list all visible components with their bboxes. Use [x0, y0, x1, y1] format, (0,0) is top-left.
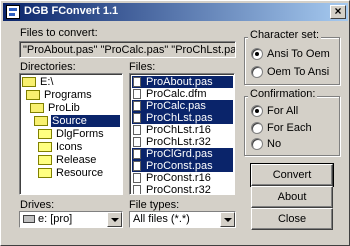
document-icon	[133, 77, 141, 87]
file-item[interactable]: ProConst.pas	[132, 160, 233, 172]
directories-list[interactable]: E:\ Programs ProLib Source DlgForms Icon…	[19, 73, 123, 195]
radio-label: Ansi To Oem	[267, 48, 330, 60]
document-icon	[133, 137, 141, 147]
file-item[interactable]: ProConst.r16	[132, 172, 233, 184]
window-title: DGB FConvert 1.1	[24, 5, 119, 17]
convert-button[interactable]: Convert	[250, 163, 334, 187]
file-item[interactable]: ProCalc.dfm	[132, 88, 233, 100]
file-item[interactable]: ProClGrd.pas	[132, 148, 233, 160]
radio-button[interactable]	[251, 105, 263, 117]
document-icon	[133, 161, 141, 171]
close-window-button[interactable]: ×	[330, 5, 346, 19]
radio-label: For All	[267, 105, 299, 117]
file-name: ProChLst.pas	[146, 112, 213, 124]
radio-button[interactable]	[251, 66, 263, 78]
document-icon	[133, 149, 141, 159]
document-icon	[133, 89, 141, 99]
file-name: ProCalc.dfm	[146, 88, 207, 100]
radio-button[interactable]	[251, 138, 263, 150]
fconvert-window: DGB FConvert 1.1 × Files to convert: "Pr…	[0, 0, 350, 246]
document-icon	[133, 173, 141, 183]
dir-item-programs[interactable]: Programs	[22, 89, 112, 101]
file-item[interactable]: ProChLst.r32	[132, 136, 233, 148]
drive-icon	[23, 215, 35, 223]
dir-item-label: ProLib	[48, 102, 80, 114]
file-name: ProConst.r32	[146, 184, 211, 195]
file-name: ProChLst.r32	[146, 136, 211, 148]
files-list[interactable]: ProAbout.pas ProCalc.dfm ProCalc.pas Pro…	[129, 73, 235, 195]
file-types-label: File types:	[129, 199, 180, 211]
radio-button[interactable]	[251, 48, 263, 60]
title-bar[interactable]: DGB FConvert 1.1 ×	[3, 3, 348, 21]
file-item[interactable]: ProAbout.pas	[132, 76, 233, 88]
dir-item-root[interactable]: E:\	[22, 76, 112, 88]
files-to-convert-field[interactable]: "ProAbout.pas" "ProCalc.pas" "ProChLst.p…	[19, 41, 236, 58]
app-icon	[6, 5, 20, 19]
about-button[interactable]: About	[251, 186, 333, 208]
dir-item-label: Source	[51, 115, 120, 127]
confirmation-title: Confirmation:	[248, 88, 318, 100]
dir-item-label: Release	[56, 154, 97, 166]
radio-label: For Each	[267, 122, 312, 134]
file-types-select[interactable]: All files (*.*)	[129, 211, 236, 228]
document-icon	[133, 125, 141, 135]
file-name: ProChLst.r16	[146, 124, 211, 136]
folder-icon	[38, 129, 52, 139]
dir-item-label: Icons	[56, 141, 83, 153]
dir-item-label: DlgForms	[56, 128, 104, 140]
radio-button[interactable]	[251, 122, 263, 134]
dir-item-dlgforms[interactable]: DlgForms	[22, 128, 112, 140]
document-icon	[133, 185, 141, 194]
confirmation-group: Confirmation: For All For Each No	[244, 88, 340, 156]
drives-value: e: [pro]	[38, 213, 73, 225]
radio-label: No	[267, 138, 282, 150]
open-folder-icon	[34, 116, 48, 126]
file-name: ProConst.r16	[146, 172, 211, 184]
file-types-value: All files (*.*)	[133, 213, 190, 225]
chevron-down-icon[interactable]	[107, 212, 122, 227]
dir-item-source[interactable]: Source	[22, 115, 120, 127]
chevron-down-icon[interactable]	[220, 212, 235, 227]
drives-select[interactable]: e: [pro]	[19, 211, 123, 228]
dir-item-resource[interactable]: Resource	[22, 167, 112, 179]
document-icon	[133, 113, 141, 123]
dir-item-icons[interactable]: Icons	[22, 141, 112, 153]
files-to-convert-label: Files to convert:	[20, 27, 98, 39]
file-name: ProAbout.pas	[146, 76, 213, 88]
file-item[interactable]: ProCalc.pas	[132, 100, 233, 112]
folder-icon	[38, 142, 52, 152]
open-folder-icon	[30, 103, 44, 113]
character-set-group: Character set: Ansi To Oem Oem To Ansi	[244, 29, 340, 85]
file-item[interactable]: ProChLst.r16	[132, 124, 233, 136]
file-name: ProConst.pas	[146, 160, 213, 172]
folder-icon	[38, 168, 52, 178]
document-icon	[133, 101, 141, 111]
file-name: ProClGrd.pas	[146, 148, 213, 160]
open-folder-icon	[26, 90, 40, 100]
dir-item-release[interactable]: Release	[22, 154, 112, 166]
dir-item-label: Resource	[56, 167, 104, 179]
dir-item-prolib[interactable]: ProLib	[22, 102, 112, 114]
file-item[interactable]: ProChLst.pas	[132, 112, 233, 124]
folder-icon	[38, 155, 52, 165]
dir-item-label: E:\	[40, 76, 54, 88]
dir-item-label: Programs	[44, 89, 92, 101]
character-set-title: Character set:	[248, 29, 322, 41]
open-folder-icon	[22, 77, 36, 87]
drives-label: Drives:	[20, 199, 55, 211]
radio-label: Oem To Ansi	[267, 66, 330, 78]
file-item[interactable]: ProConst.r32	[132, 184, 233, 195]
files-label: Files:	[129, 61, 156, 73]
file-name: ProCalc.pas	[146, 100, 206, 112]
close-button[interactable]: Close	[251, 208, 333, 230]
directories-label: Directories:	[20, 61, 76, 73]
